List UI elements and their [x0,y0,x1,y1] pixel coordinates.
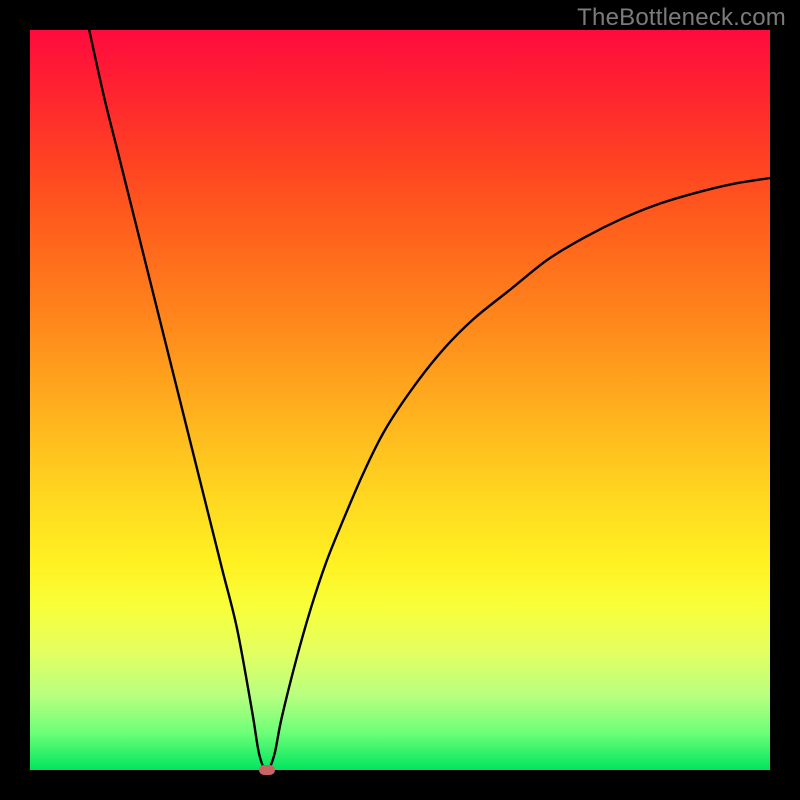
bottleneck-curve [89,30,770,770]
curve-svg [30,30,770,770]
optimum-marker [259,765,275,775]
watermark-text: TheBottleneck.com [577,4,786,32]
plot-area [30,30,770,770]
chart-frame: TheBottleneck.com [0,0,800,800]
